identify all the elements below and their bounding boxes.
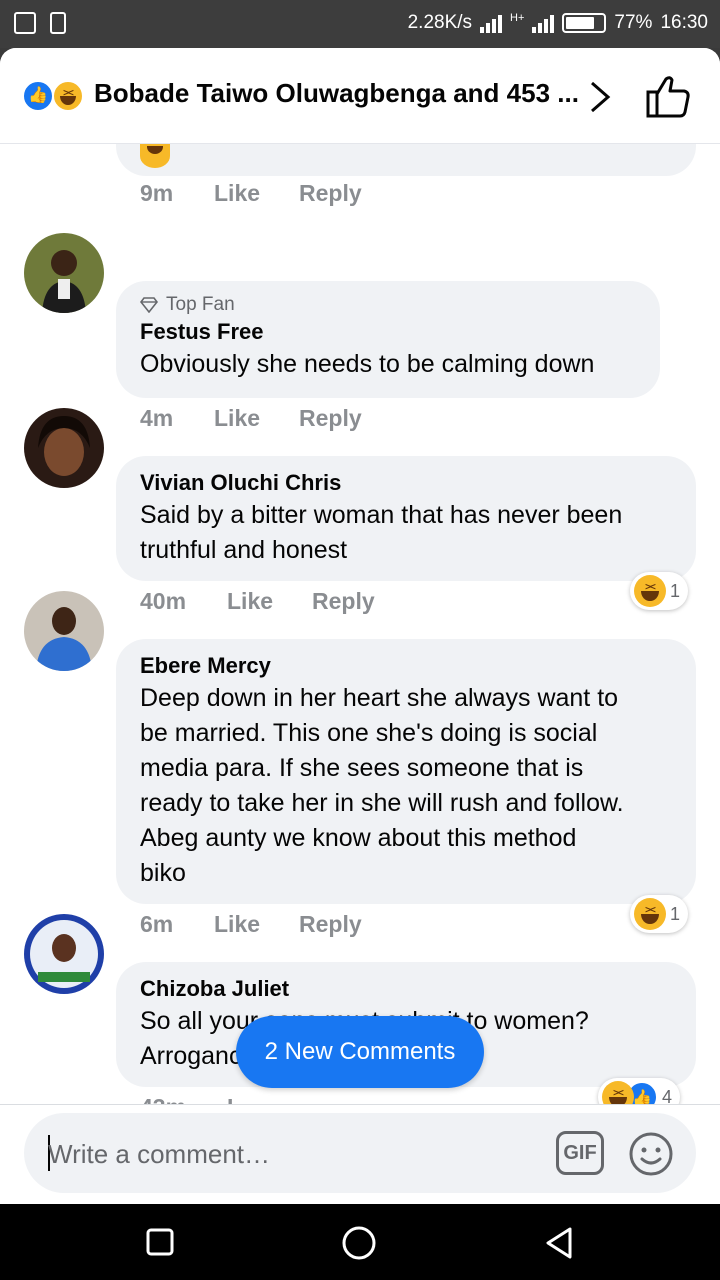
reaction-count-badge[interactable]: >< 1 bbox=[630, 895, 689, 933]
comment-author[interactable]: Ebere Mercy bbox=[140, 651, 672, 681]
reaction-count: 4 bbox=[662, 1086, 673, 1105]
comment-text: biko bbox=[140, 859, 186, 887]
comment-meta: 6m Like Reply bbox=[140, 911, 362, 938]
comment-list[interactable]: 9m Like Reply Top Fan Festus Free Obviou… bbox=[0, 144, 720, 1104]
signal-icon-2 bbox=[532, 13, 555, 33]
avatar[interactable] bbox=[24, 233, 104, 313]
reaction-count-badge[interactable]: >< 1 bbox=[630, 572, 689, 610]
comment-author[interactable]: Festus Free bbox=[140, 317, 636, 347]
comment-meta: 4m Like Reply bbox=[140, 405, 362, 432]
status-bar: 2.28K/s H+ 77% 16:30 bbox=[0, 0, 720, 48]
comment-text: Deep down in her heart she always want t… bbox=[140, 684, 619, 712]
reply-link[interactable]: Reply bbox=[299, 180, 362, 207]
reactors-summary[interactable]: Bobade Taiwo Oluwagbenga and 453 ... bbox=[94, 78, 579, 109]
home-icon[interactable] bbox=[342, 1226, 376, 1260]
diamond-icon bbox=[140, 297, 158, 313]
comment-input[interactable]: Write a comment… GIF bbox=[24, 1113, 696, 1193]
comment-time: 40m bbox=[140, 588, 187, 614]
comment-time: 4m bbox=[140, 405, 174, 431]
top-fan-label: Top Fan bbox=[166, 294, 235, 315]
like-thumb-icon[interactable] bbox=[644, 74, 692, 120]
back-icon[interactable] bbox=[544, 1226, 574, 1260]
network-type: H+ bbox=[510, 12, 525, 24]
reaction-icons: 👍 >< bbox=[22, 80, 88, 112]
comment-bubble[interactable]: Top Fan Festus Free Obviously she needs … bbox=[116, 281, 660, 398]
clock: 16:30 bbox=[660, 12, 708, 33]
haha-reaction-icon: >< bbox=[634, 898, 666, 930]
recents-icon[interactable] bbox=[146, 1228, 174, 1256]
comment-author[interactable]: Vivian Oluchi Chris bbox=[140, 468, 672, 498]
reaction-count: 1 bbox=[670, 903, 681, 924]
comment-text: ready to take her in she will rush and f… bbox=[140, 789, 624, 817]
like-link[interactable]: Like bbox=[214, 180, 299, 207]
reaction-count: 1 bbox=[670, 580, 681, 601]
comment-time: 6m bbox=[140, 911, 174, 937]
like-link[interactable]: L bbox=[227, 1094, 241, 1104]
network-speed: 2.28K/s bbox=[407, 12, 473, 33]
like-link[interactable]: Like bbox=[214, 405, 299, 432]
comment-bubble[interactable]: Ebere Mercy Deep down in her heart she a… bbox=[116, 639, 696, 904]
avatar[interactable] bbox=[24, 914, 104, 994]
comment-text: truthful and honest bbox=[140, 536, 348, 564]
top-fan-badge: Top Fan bbox=[140, 293, 636, 317]
avatar[interactable] bbox=[24, 591, 104, 671]
haha-reaction-icon: >< bbox=[602, 1081, 634, 1104]
system-nav-bar bbox=[0, 1204, 720, 1280]
reply-link[interactable]: Reply bbox=[312, 588, 375, 615]
avatar[interactable] bbox=[24, 408, 104, 488]
comment-meta: 43m L bbox=[140, 1094, 241, 1104]
gif-button[interactable]: GIF bbox=[556, 1131, 604, 1175]
reply-link[interactable]: Reply bbox=[299, 911, 362, 938]
chevron-right-icon[interactable] bbox=[584, 80, 614, 114]
comment-composer: Write a comment… GIF bbox=[0, 1104, 720, 1204]
reaction-count-badge[interactable]: >< 👍 4 bbox=[598, 1078, 681, 1105]
haha-reaction-icon: >< bbox=[52, 80, 84, 112]
like-link[interactable]: Like bbox=[227, 588, 312, 615]
comment-time: 9m bbox=[140, 180, 174, 206]
comment-time: 43m bbox=[140, 1094, 227, 1104]
haha-reaction-icon: >< bbox=[634, 575, 666, 607]
comment-bubble[interactable] bbox=[116, 144, 696, 176]
grin-emoji-icon bbox=[140, 144, 170, 168]
screen-cast-icon bbox=[14, 12, 36, 34]
reply-link[interactable]: Reply bbox=[299, 405, 362, 432]
like-link[interactable]: Like bbox=[214, 911, 299, 938]
comment-text: Said by a bitter woman that has never be… bbox=[140, 501, 623, 529]
emoji-icon[interactable] bbox=[628, 1131, 674, 1177]
comment-bubble[interactable]: Vivian Oluchi Chris Said by a bitter wom… bbox=[116, 456, 696, 581]
battery-percent: 77% bbox=[614, 12, 653, 33]
reactions-header[interactable]: 👍 >< Bobade Taiwo Oluwagbenga and 453 ..… bbox=[0, 48, 720, 144]
signal-icon bbox=[480, 13, 503, 33]
comment-text: be married. This one she's doing is soci… bbox=[140, 719, 598, 747]
comment-meta: 9m Like Reply bbox=[140, 180, 362, 207]
comments-sheet: 👍 >< Bobade Taiwo Oluwagbenga and 453 ..… bbox=[0, 48, 720, 1204]
comment-placeholder: Write a comment… bbox=[48, 1139, 271, 1169]
comment-text: media para. If she sees someone that is bbox=[140, 754, 584, 782]
like-reaction-icon: 👍 bbox=[22, 80, 54, 112]
battery-icon bbox=[562, 13, 607, 33]
new-comments-button[interactable]: 2 New Comments bbox=[236, 1016, 484, 1088]
sim-icon bbox=[50, 12, 66, 34]
comment-meta: 40m Like Reply bbox=[140, 588, 375, 615]
comment-author[interactable]: Chizoba Juliet bbox=[140, 974, 672, 1004]
comment-text: Abeg aunty we know about this method bbox=[140, 824, 577, 852]
comment-text: Obviously she needs to be calming down bbox=[140, 350, 595, 378]
